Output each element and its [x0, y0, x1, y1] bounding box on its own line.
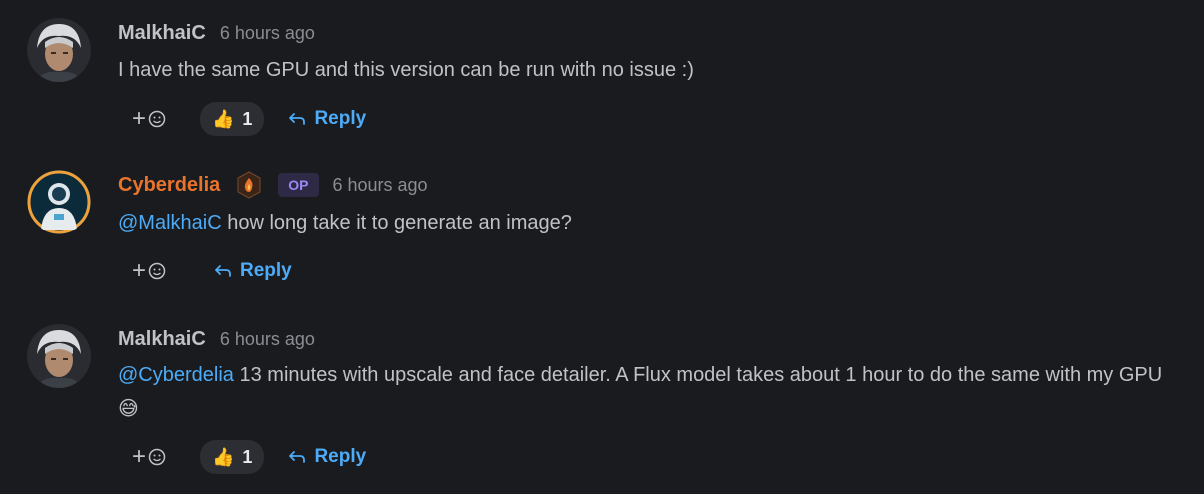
reaction-count: 1	[242, 108, 253, 129]
smile-icon	[148, 110, 166, 128]
op-badge: OP	[278, 173, 319, 197]
avatar-malkhaic-image	[27, 18, 91, 82]
thumbs-up-reaction[interactable]: 👍 1	[200, 102, 265, 136]
username[interactable]: MalkhaiC	[118, 328, 206, 351]
comment: MalkhaiC 6 hours ago @Cyberdelia 13 minu…	[0, 324, 1204, 484]
smile-icon	[148, 262, 166, 280]
comment-actions: + Reply	[132, 254, 292, 288]
plus-icon: +	[132, 105, 147, 132]
plus-icon: +	[132, 443, 147, 470]
comment-text: how long take it to generate an image?	[221, 212, 572, 234]
grinning-sweat-emoji: 😅	[118, 398, 139, 420]
comment-body: I have the same GPU and this version can…	[118, 53, 1184, 87]
comment-actions: + 👍 1 Reply	[132, 440, 366, 474]
comment-body: @MalkhaiC how long take it to generate a…	[118, 206, 1184, 240]
comment-body: @Cyberdelia 13 minutes with upscale and …	[118, 358, 1184, 426]
avatar[interactable]	[27, 18, 91, 82]
avatar-malkhaic-image	[27, 324, 91, 388]
reply-button[interactable]: Reply	[288, 108, 366, 130]
reply-arrow-icon	[215, 265, 231, 277]
avatar[interactable]	[27, 170, 91, 234]
reply-button[interactable]: Reply	[288, 446, 366, 468]
reply-arrow-icon	[289, 451, 306, 463]
reply-button[interactable]: Reply	[214, 260, 292, 282]
add-reaction-button[interactable]: +	[132, 107, 180, 131]
comment-thread: MalkhaiC 6 hours ago I have the same GPU…	[0, 0, 1204, 494]
comment-text: I have the same GPU and this version can…	[118, 59, 694, 81]
avatar-cyberdelia-image	[27, 170, 91, 234]
username[interactable]: MalkhaiC	[118, 22, 206, 45]
timestamp[interactable]: 6 hours ago	[220, 23, 315, 44]
avatar[interactable]	[27, 324, 91, 388]
plus-icon: +	[132, 257, 147, 284]
thumbs-up-icon: 👍	[212, 108, 235, 129]
user-mention[interactable]: @Cyberdelia	[118, 364, 234, 386]
reply-label: Reply	[240, 260, 292, 281]
reply-label: Reply	[314, 108, 367, 129]
smile-icon	[148, 448, 166, 466]
thumbs-up-icon: 👍	[212, 446, 235, 467]
add-reaction-button[interactable]: +	[132, 445, 180, 469]
fire-badge-icon	[237, 171, 261, 199]
add-reaction-button[interactable]: +	[132, 259, 180, 283]
username[interactable]: Cyberdelia	[118, 174, 220, 197]
thumbs-up-reaction[interactable]: 👍 1	[200, 440, 265, 474]
comment: MalkhaiC 6 hours ago I have the same GPU…	[0, 18, 1204, 138]
comment-actions: + 👍 1 Reply	[132, 102, 366, 136]
timestamp[interactable]: 6 hours ago	[333, 175, 428, 196]
comment-text: 13 minutes with upscale and face detaile…	[233, 364, 1163, 386]
reply-arrow-icon	[289, 113, 306, 125]
timestamp[interactable]: 6 hours ago	[220, 329, 315, 350]
reaction-count: 1	[242, 446, 253, 467]
comment: Cyberdelia OP 6 hours ago @MalkhaiC how …	[0, 170, 1204, 290]
user-mention[interactable]: @MalkhaiC	[118, 212, 222, 234]
reply-label: Reply	[314, 446, 367, 467]
